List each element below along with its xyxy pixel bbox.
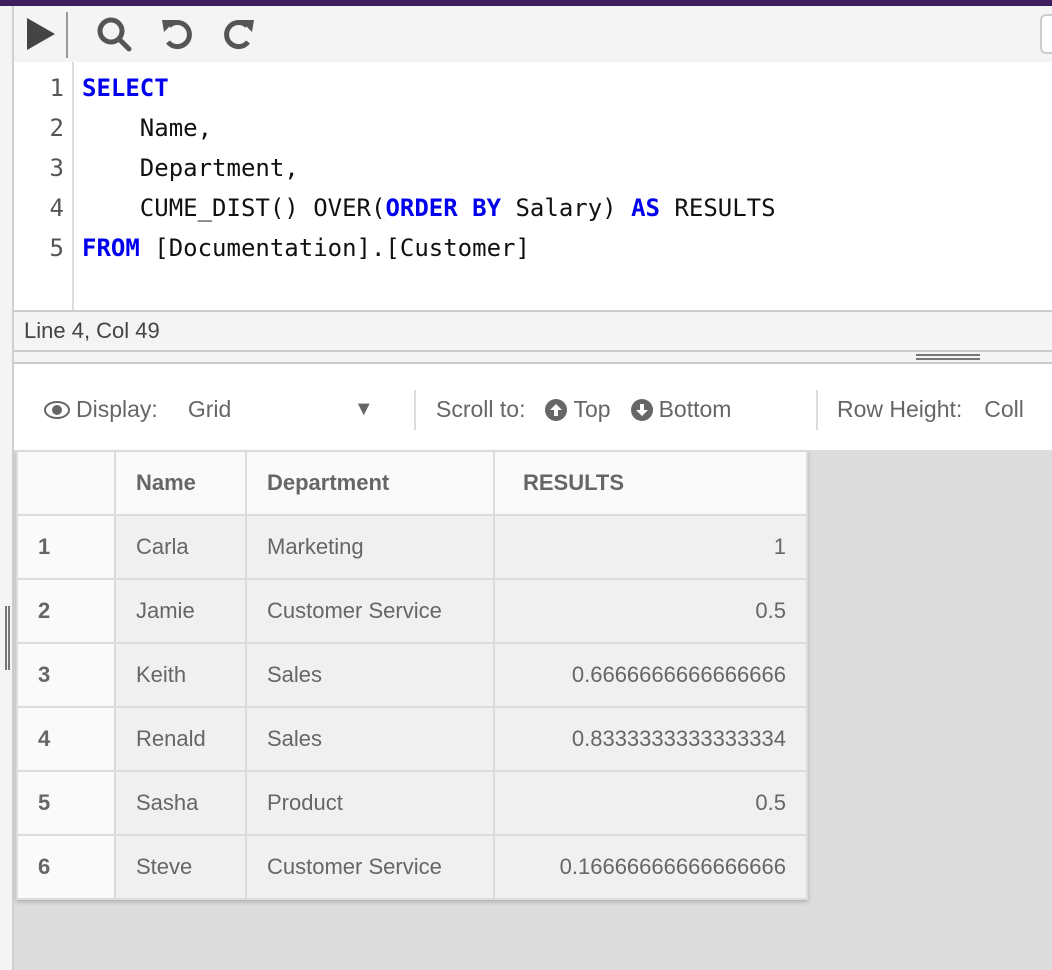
- scroll-bottom-button[interactable]: Bottom: [630, 396, 732, 423]
- row-height-value: Coll: [984, 396, 1024, 422]
- sql-text: CUME_DIST() OVER(: [82, 194, 386, 222]
- code-line: CUME_DIST() OVER(ORDER BY Salary) AS RES…: [82, 194, 776, 222]
- sql-text: Name,: [82, 114, 213, 142]
- code-line: Name,: [82, 114, 212, 142]
- scroll-label: Scroll to:: [436, 396, 526, 422]
- row-number[interactable]: 5: [16, 770, 116, 836]
- table-cell[interactable]: Carla: [114, 514, 247, 580]
- scroll-to: Scroll to: Top Bottom: [436, 396, 731, 423]
- table-row: 1 Carla Marketing 1: [16, 514, 808, 580]
- play-icon: [27, 18, 55, 50]
- table-row: 5 Sasha Product 0.5: [16, 770, 808, 836]
- row-number[interactable]: 4: [16, 706, 116, 772]
- arrow-down-circle-icon: [630, 398, 653, 421]
- bottom-label: Bottom: [658, 396, 732, 422]
- splitter-handle[interactable]: [916, 354, 980, 360]
- table-cell[interactable]: Product: [245, 770, 495, 836]
- results-grid: Name Department RESULTS 1 Carla Marketing 1 2 J…: [16, 450, 808, 900]
- left-panel-strip: [0, 6, 14, 970]
- toolbar-toggle[interactable]: [1040, 14, 1052, 54]
- results-options-bar: Display: Grid ▼ Scroll to: Top Bottom Ro…: [14, 364, 1052, 450]
- table-cell[interactable]: Customer Service: [245, 834, 495, 900]
- row-number[interactable]: 1: [16, 514, 116, 580]
- table-cell[interactable]: 0.16666666666666666: [493, 834, 808, 900]
- search-button[interactable]: [96, 16, 132, 52]
- table-row: 2 Jamie Customer Service 0.5: [16, 578, 808, 644]
- code-line: FROM [Documentation].[Customer]: [82, 234, 530, 262]
- table-cell[interactable]: 0.5: [493, 578, 808, 644]
- dropdown-arrow-icon: ▼: [353, 398, 374, 420]
- sql-text: [Documentation].[Customer]: [139, 234, 530, 262]
- scroll-top-button[interactable]: Top: [545, 396, 611, 423]
- code-line: SELECT: [82, 74, 169, 102]
- display-select[interactable]: Display: Grid ▼: [44, 396, 374, 423]
- undo-icon: [162, 20, 192, 50]
- column-header[interactable]: Name: [114, 450, 247, 516]
- sql-keyword: AS: [631, 194, 660, 222]
- toolbar-divider: [66, 12, 68, 58]
- display-label: Display:: [76, 396, 158, 422]
- table-row: 6 Steve Customer Service 0.1666666666666666…: [16, 834, 808, 900]
- table-cell[interactable]: Marketing: [245, 514, 495, 580]
- top-label: Top: [573, 396, 611, 422]
- divider: [816, 390, 818, 430]
- table-cell[interactable]: 0.6666666666666666: [493, 642, 808, 708]
- column-header[interactable]: [16, 450, 116, 516]
- table-cell[interactable]: 0.5: [493, 770, 808, 836]
- sql-text: Department,: [82, 154, 299, 182]
- table-row: 4 Renald Sales 0.8333333333333334: [16, 706, 808, 772]
- table-cell[interactable]: Customer Service: [245, 578, 495, 644]
- sql-keyword: SELECT: [82, 74, 169, 102]
- sql-keyword: ORDER BY: [385, 194, 502, 222]
- row-height-select[interactable]: Row Height: Coll: [837, 396, 1024, 423]
- table-cell[interactable]: Sasha: [114, 770, 247, 836]
- divider: [414, 390, 416, 430]
- redo-icon: [224, 20, 254, 50]
- undo-button[interactable]: [160, 16, 196, 52]
- display-value: Grid: [187, 396, 232, 422]
- table-cell[interactable]: Steve: [114, 834, 247, 900]
- arrow-up-circle-icon: [545, 398, 568, 421]
- line-number: 4: [49, 194, 64, 222]
- sql-text: RESULTS: [659, 194, 776, 222]
- table-cell[interactable]: 0.8333333333333334: [493, 706, 808, 772]
- code-line: Department,: [82, 154, 299, 182]
- run-button[interactable]: [22, 16, 58, 52]
- line-number: 5: [49, 234, 64, 262]
- redo-button[interactable]: [220, 16, 256, 52]
- line-gutter: 1 2 3 4 5: [14, 62, 74, 310]
- table-cell[interactable]: Renald: [114, 706, 247, 772]
- eye-icon: [44, 400, 70, 419]
- table-row: 3 Keith Sales 0.6666666666666666: [16, 642, 808, 708]
- line-number: 1: [49, 74, 64, 102]
- search-icon: [97, 17, 132, 52]
- editor-toolbar: [14, 6, 1052, 62]
- row-number[interactable]: 2: [16, 578, 116, 644]
- cursor-status: Line 4, Col 49: [14, 310, 1052, 352]
- line-number: 2: [49, 114, 64, 142]
- table-cell[interactable]: Keith: [114, 642, 247, 708]
- row-number[interactable]: 3: [16, 642, 116, 708]
- line-number: 3: [49, 154, 64, 182]
- sql-editor[interactable]: 1 2 3 4 5 SELECT Name, Department, CUME_DIST…: [14, 62, 1052, 310]
- table-cell[interactable]: Sales: [245, 706, 495, 772]
- sql-text: Salary): [501, 194, 632, 222]
- table-cell[interactable]: Sales: [245, 642, 495, 708]
- resize-handle[interactable]: [5, 606, 10, 670]
- row-height-label: Row Height:: [837, 396, 963, 422]
- column-header[interactable]: Department: [245, 450, 495, 516]
- sql-keyword: FROM: [82, 234, 140, 262]
- row-number[interactable]: 6: [16, 834, 116, 900]
- column-header[interactable]: RESULTS: [493, 450, 808, 516]
- pane-splitter[interactable]: [14, 352, 1052, 364]
- table-cell[interactable]: Jamie: [114, 578, 247, 644]
- table-cell[interactable]: 1: [493, 514, 808, 580]
